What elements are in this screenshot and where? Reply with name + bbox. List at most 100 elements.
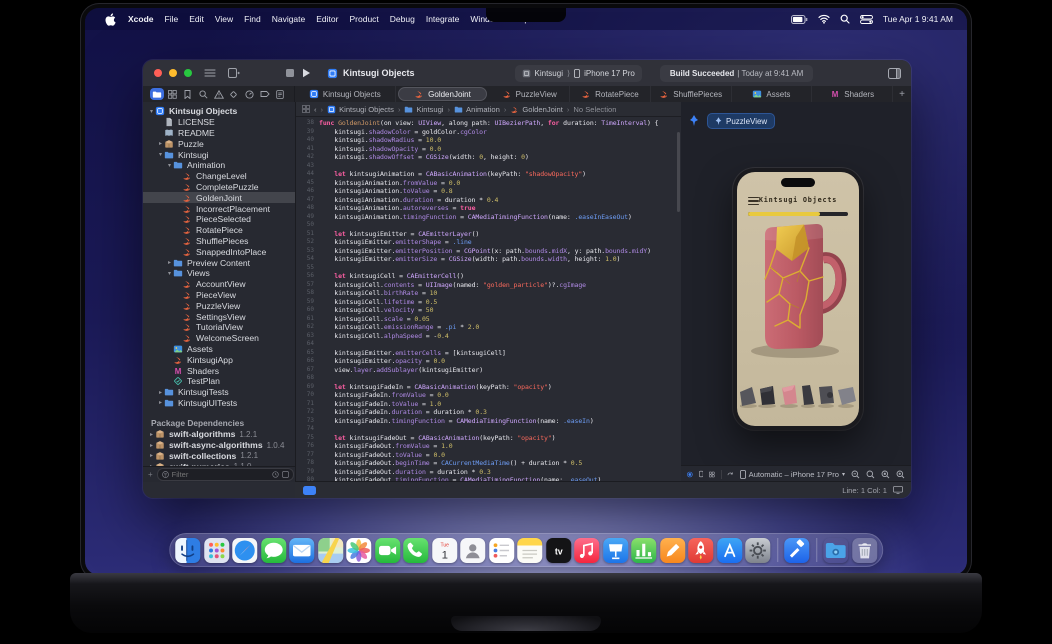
package-item-swift-collections[interactable]: ▸swift-collections1.2.1 — [143, 451, 295, 462]
toolbar-project-label[interactable]: Kintsugi Objects — [327, 68, 415, 79]
tab-assets[interactable]: Assets — [732, 86, 813, 102]
dock-reminders-icon[interactable] — [489, 538, 514, 563]
dock-phone-icon[interactable] — [403, 538, 428, 563]
dock-calendar-icon[interactable]: Tue1 — [432, 538, 457, 563]
navigator-tab-warning-icon[interactable] — [212, 88, 226, 100]
inspector-toggle-icon[interactable] — [888, 68, 901, 79]
navigator-tab-debug-icon[interactable] — [242, 88, 256, 100]
navigator-toggle-icon[interactable] — [204, 68, 216, 78]
navigator-item-puzzle[interactable]: ▸Puzzle — [143, 138, 295, 149]
menu-item-edit[interactable]: Edit — [189, 14, 204, 24]
menu-item-view[interactable]: View — [215, 14, 233, 24]
menu-item-navigate[interactable]: Navigate — [272, 14, 306, 24]
dock-messages-icon[interactable] — [261, 538, 286, 563]
code-line[interactable]: 64 — [296, 340, 681, 349]
disclosure-closed-icon[interactable]: ▸ — [157, 389, 164, 396]
tab-puzzleview[interactable]: PuzzleView — [489, 86, 570, 102]
disclosure-closed-icon[interactable]: ▸ — [148, 452, 155, 459]
code-line[interactable]: 63 kintsugiCell.alphaSpeed = -0.4 — [296, 332, 681, 341]
code-line[interactable]: 60 kintsugiCell.velocity = 50 — [296, 306, 681, 315]
package-item-swift-async-algorithms[interactable]: ▸swift-async-algorithms1.0.4 — [143, 440, 295, 451]
breadcrumb-item-kintsugi[interactable]: Kintsugi — [404, 105, 443, 114]
wifi-icon[interactable] — [818, 14, 830, 24]
navigator-item-puzzleview[interactable]: PuzzleView — [143, 300, 295, 311]
code-line[interactable]: 53 kintsugiEmitter.emitterPosition = CGP… — [296, 247, 681, 256]
code-line[interactable]: 50 — [296, 221, 681, 230]
dock-music-icon[interactable] — [574, 538, 599, 563]
code-line[interactable]: 78 kintsugiFadeOut.beginTime = CACurrent… — [296, 459, 681, 468]
menu-item-xcode[interactable]: Xcode — [128, 14, 154, 24]
code-line[interactable]: 72 kintsugiFadeIn.duration = duration * … — [296, 408, 681, 417]
pinned-preview-pill[interactable]: PuzzleView — [707, 113, 775, 129]
orientation-icon[interactable] — [727, 470, 733, 479]
tab-shaders[interactable]: MShaders — [812, 86, 893, 102]
preview-destination-picker[interactable]: Automatic – iPhone 17 Pro ▾ — [740, 470, 845, 479]
puzzle-pieces-tray[interactable] — [740, 382, 856, 410]
disclosure-open-icon[interactable]: ▾ — [148, 108, 155, 115]
navigator-item-kintsugi[interactable]: ▾Kintsugi — [143, 149, 295, 160]
code-line[interactable]: 57 kintsugiCell.contents = UIImage(named… — [296, 281, 681, 290]
disclosure-closed-icon[interactable]: ▸ — [148, 442, 155, 449]
navigator-item-kintsugiapp[interactable]: KintsugiApp — [143, 354, 295, 365]
zoom-actual-icon[interactable] — [866, 470, 875, 479]
code-line[interactable]: 48 kintsugiAnimation.autoreverses = true — [296, 204, 681, 213]
code-line[interactable]: 69 let kintsugiFadeIn = CABasicAnimation… — [296, 383, 681, 392]
navigator-item-animation[interactable]: ▾Animation — [143, 160, 295, 171]
dock-numbers-icon[interactable] — [631, 538, 656, 563]
code-line[interactable]: 65 kintsugiEmitter.emitterCells = [kints… — [296, 349, 681, 358]
dock-keynote-icon[interactable] — [603, 538, 628, 563]
zoom-out-icon[interactable] — [851, 470, 860, 479]
navigator-item-settingsview[interactable]: SettingsView — [143, 311, 295, 322]
apple-menu-icon[interactable] — [105, 13, 116, 26]
navigator-item-pieceview[interactable]: PieceView — [143, 290, 295, 301]
dock-rocket-icon[interactable] — [688, 538, 713, 563]
zoom-fit-icon[interactable] — [881, 470, 890, 479]
package-item-swift-algorithms[interactable]: ▸swift-algorithms1.2.1 — [143, 429, 295, 440]
recent-files-clock-icon[interactable] — [272, 471, 279, 478]
breadcrumb-item-no-selection[interactable]: No Selection — [573, 105, 616, 114]
code-line[interactable]: 62 kintsugiCell.emissionRange = .pi * 2.… — [296, 323, 681, 332]
disclosure-open-icon[interactable]: ▾ — [166, 270, 173, 277]
code-line[interactable]: 66 kintsugiEmitter.opacity = 0.0 — [296, 357, 681, 366]
scheme-device-selector[interactable]: Kintsugi ⟩ iPhone 17 Pro — [515, 65, 642, 82]
tab-shufflepieces[interactable]: ShufflePieces — [651, 86, 732, 102]
code-line[interactable]: 71 kintsugiFadeIn.toValue = 1.0 — [296, 400, 681, 409]
navigator-item-tutorialview[interactable]: TutorialView — [143, 322, 295, 333]
dock-appstore-icon[interactable] — [717, 538, 742, 563]
navigator-tab-report-icon[interactable] — [273, 88, 287, 100]
navigator-item-snappedintoplace[interactable]: SnappedIntoPlace — [143, 246, 295, 257]
dock-notes-icon[interactable] — [517, 538, 542, 563]
code-line[interactable]: 77 kintsugiFadeOut.toValue = 0.0 — [296, 451, 681, 460]
dock-mail-icon[interactable] — [289, 538, 314, 563]
code-line[interactable]: 51 let kintsugiEmitter = CAEmitterLayer(… — [296, 230, 681, 239]
navigator-item-rotatepiece[interactable]: RotatePiece — [143, 225, 295, 236]
dock-tv-icon[interactable]: tv — [546, 538, 571, 563]
display-icon[interactable] — [893, 486, 903, 494]
code-line[interactable]: 56 let kintsugiCell = CAEmitterCell() — [296, 272, 681, 281]
control-center-icon[interactable] — [860, 15, 873, 24]
dock-folder-icon[interactable] — [823, 538, 848, 563]
code-line[interactable]: 43 — [296, 162, 681, 171]
dock-xcode-icon[interactable] — [784, 538, 809, 563]
filter-input[interactable] — [172, 470, 269, 479]
live-preview-icon[interactable] — [687, 470, 693, 479]
code-line[interactable]: 79 kintsugiFadeOut.duration = duration *… — [296, 468, 681, 477]
breadcrumb-item-goldenjoint[interactable]: GoldenJoint — [510, 105, 563, 114]
menu-item-find[interactable]: Find — [244, 14, 261, 24]
navigator-item-pieceselected[interactable]: PieceSelected — [143, 214, 295, 225]
editor-scrollbar[interactable] — [677, 132, 680, 212]
navigator-item-incorrectplacement[interactable]: IncorrectPlacement — [143, 203, 295, 214]
activity-status[interactable]: Build Succeeded | Today at 9:41 AM — [660, 65, 813, 82]
dock-trash-icon[interactable] — [852, 538, 877, 563]
tab-kintsugi-objects[interactable]: Kintsugi Objects — [295, 86, 396, 102]
code-line[interactable]: 75 let kintsugiFadeOut = CABasicAnimatio… — [296, 434, 681, 443]
scm-status-filter-icon[interactable] — [282, 471, 289, 478]
related-items-icon[interactable] — [302, 105, 310, 113]
navigator-item-license[interactable]: LICENSE — [143, 117, 295, 128]
navigator-tab-search-icon[interactable] — [196, 88, 210, 100]
menu-item-file[interactable]: File — [165, 14, 179, 24]
navigator-item-kintsugiuitests[interactable]: ▸KintsugiUITests — [143, 398, 295, 409]
dock-settings-icon[interactable] — [745, 538, 770, 563]
disclosure-closed-icon[interactable]: ▸ — [148, 431, 155, 438]
zoom-in-icon[interactable] — [896, 470, 905, 479]
